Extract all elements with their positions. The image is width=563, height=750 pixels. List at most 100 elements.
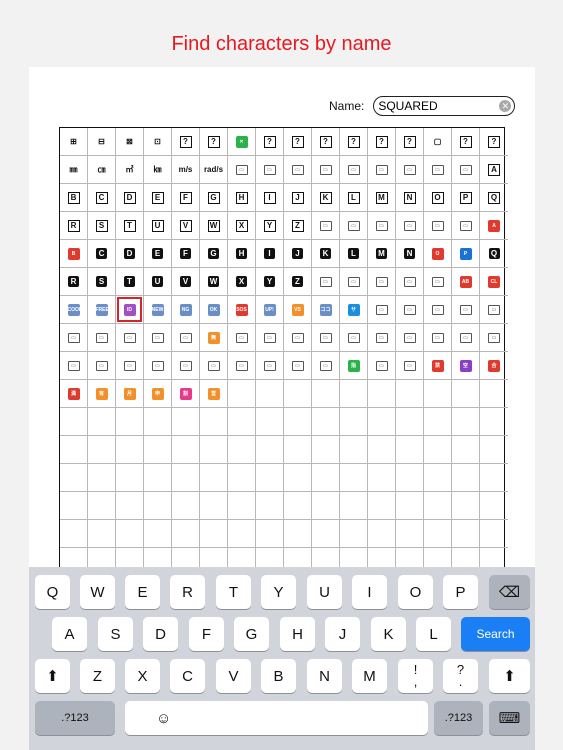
grid-cell[interactable]: N bbox=[396, 240, 424, 268]
grid-cell[interactable]: ▭ bbox=[396, 324, 424, 352]
grid-cell[interactable]: ▭ bbox=[228, 156, 256, 184]
grid-cell[interactable] bbox=[396, 492, 424, 520]
grid-cell[interactable]: C bbox=[88, 240, 116, 268]
grid-cell[interactable] bbox=[116, 520, 144, 548]
grid-cell[interactable]: ? bbox=[480, 128, 508, 156]
grid-cell[interactable] bbox=[284, 436, 312, 464]
grid-cell[interactable] bbox=[452, 520, 480, 548]
key-a[interactable]: A bbox=[52, 617, 87, 651]
grid-cell[interactable]: Y bbox=[256, 268, 284, 296]
grid-cell[interactable]: ▭ bbox=[256, 352, 284, 380]
key-l[interactable]: L bbox=[416, 617, 451, 651]
grid-cell[interactable] bbox=[480, 408, 508, 436]
grid-cell[interactable]: ▭ bbox=[256, 324, 284, 352]
grid-cell[interactable]: ▭ bbox=[452, 324, 480, 352]
grid-cell[interactable] bbox=[284, 492, 312, 520]
grid-cell[interactable]: SOS bbox=[228, 296, 256, 324]
grid-cell[interactable]: ▭ bbox=[424, 268, 452, 296]
grid-cell[interactable] bbox=[60, 520, 88, 548]
grid-cell[interactable]: ✕ bbox=[228, 128, 256, 156]
grid-cell[interactable] bbox=[200, 520, 228, 548]
grid-cell[interactable] bbox=[424, 464, 452, 492]
grid-cell[interactable] bbox=[396, 464, 424, 492]
grid-cell[interactable]: ▭ bbox=[396, 268, 424, 296]
grid-cell[interactable]: ▭ bbox=[312, 352, 340, 380]
grid-cell[interactable]: T bbox=[116, 212, 144, 240]
grid-cell[interactable] bbox=[256, 380, 284, 408]
grid-cell[interactable]: U bbox=[144, 212, 172, 240]
grid-cell[interactable] bbox=[172, 464, 200, 492]
grid-cell[interactable] bbox=[88, 464, 116, 492]
grid-cell[interactable]: M bbox=[368, 184, 396, 212]
grid-cell[interactable]: H bbox=[228, 184, 256, 212]
grid-cell[interactable] bbox=[480, 436, 508, 464]
grid-cell[interactable] bbox=[340, 408, 368, 436]
grid-cell[interactable]: B bbox=[60, 240, 88, 268]
key-i[interactable]: I bbox=[352, 575, 387, 609]
grid-cell[interactable]: ㎞ bbox=[144, 156, 172, 184]
grid-cell[interactable]: G bbox=[200, 240, 228, 268]
key-z[interactable]: Z bbox=[80, 659, 115, 693]
grid-cell[interactable]: ? bbox=[368, 128, 396, 156]
grid-cell[interactable]: VS bbox=[284, 296, 312, 324]
grid-cell[interactable]: 申 bbox=[144, 380, 172, 408]
grid-cell[interactable] bbox=[396, 380, 424, 408]
key-question-period[interactable]: ? . bbox=[443, 659, 478, 693]
grid-cell[interactable] bbox=[312, 408, 340, 436]
grid-cell[interactable]: Z bbox=[284, 212, 312, 240]
grid-cell[interactable]: A bbox=[480, 156, 508, 184]
grid-cell[interactable]: m/s bbox=[172, 156, 200, 184]
grid-cell[interactable]: NEW bbox=[144, 296, 172, 324]
grid-cell[interactable]: F bbox=[172, 184, 200, 212]
grid-cell[interactable]: ▭ bbox=[368, 296, 396, 324]
grid-cell[interactable] bbox=[452, 436, 480, 464]
grid-cell[interactable] bbox=[116, 408, 144, 436]
grid-cell[interactable]: ▭ bbox=[368, 352, 396, 380]
grid-cell[interactable] bbox=[480, 520, 508, 548]
grid-cell[interactable]: ▭ bbox=[116, 324, 144, 352]
grid-cell[interactable] bbox=[312, 464, 340, 492]
key-r[interactable]: R bbox=[170, 575, 205, 609]
grid-cell[interactable]: ▭ bbox=[396, 156, 424, 184]
grid-cell[interactable]: 割 bbox=[172, 380, 200, 408]
grid-cell[interactable]: ▭ bbox=[340, 212, 368, 240]
grid-cell[interactable]: ▭ bbox=[312, 212, 340, 240]
grid-cell[interactable] bbox=[424, 408, 452, 436]
grid-cell[interactable] bbox=[480, 464, 508, 492]
grid-cell[interactable]: ▭ bbox=[312, 268, 340, 296]
key-k[interactable]: K bbox=[371, 617, 406, 651]
key-p[interactable]: P bbox=[443, 575, 478, 609]
clear-icon[interactable]: ✕ bbox=[499, 100, 512, 112]
grid-cell[interactable]: O bbox=[424, 240, 452, 268]
grid-cell[interactable] bbox=[452, 380, 480, 408]
grid-cell[interactable] bbox=[60, 464, 88, 492]
grid-cell[interactable]: R bbox=[60, 268, 88, 296]
grid-cell[interactable]: ▭ bbox=[228, 324, 256, 352]
grid-cell[interactable] bbox=[424, 492, 452, 520]
grid-cell[interactable]: N bbox=[396, 184, 424, 212]
emoji-icon[interactable]: ☺ bbox=[156, 710, 171, 727]
grid-cell[interactable]: D bbox=[116, 184, 144, 212]
grid-cell[interactable]: サ bbox=[340, 296, 368, 324]
grid-cell[interactable]: AB bbox=[452, 268, 480, 296]
grid-cell[interactable]: C bbox=[88, 184, 116, 212]
grid-cell[interactable]: W bbox=[200, 212, 228, 240]
grid-cell[interactable]: OK bbox=[200, 296, 228, 324]
grid-cell[interactable]: T bbox=[116, 268, 144, 296]
grid-cell[interactable] bbox=[200, 464, 228, 492]
grid-cell[interactable] bbox=[200, 408, 228, 436]
grid-cell[interactable]: X bbox=[228, 212, 256, 240]
grid-cell[interactable] bbox=[200, 492, 228, 520]
grid-cell[interactable]: ▭ bbox=[116, 352, 144, 380]
grid-cell[interactable]: ▭ bbox=[424, 156, 452, 184]
search-key[interactable]: Search bbox=[461, 617, 530, 651]
grid-cell[interactable] bbox=[424, 520, 452, 548]
grid-cell[interactable]: ▭ bbox=[144, 324, 172, 352]
grid-cell[interactable]: ▢ bbox=[424, 128, 452, 156]
grid-cell[interactable] bbox=[228, 464, 256, 492]
grid-cell[interactable] bbox=[396, 520, 424, 548]
grid-cell[interactable]: ▭ bbox=[424, 212, 452, 240]
grid-cell[interactable]: ▭ bbox=[256, 156, 284, 184]
grid-cell[interactable]: ⊠ bbox=[116, 128, 144, 156]
key-n[interactable]: N bbox=[307, 659, 342, 693]
